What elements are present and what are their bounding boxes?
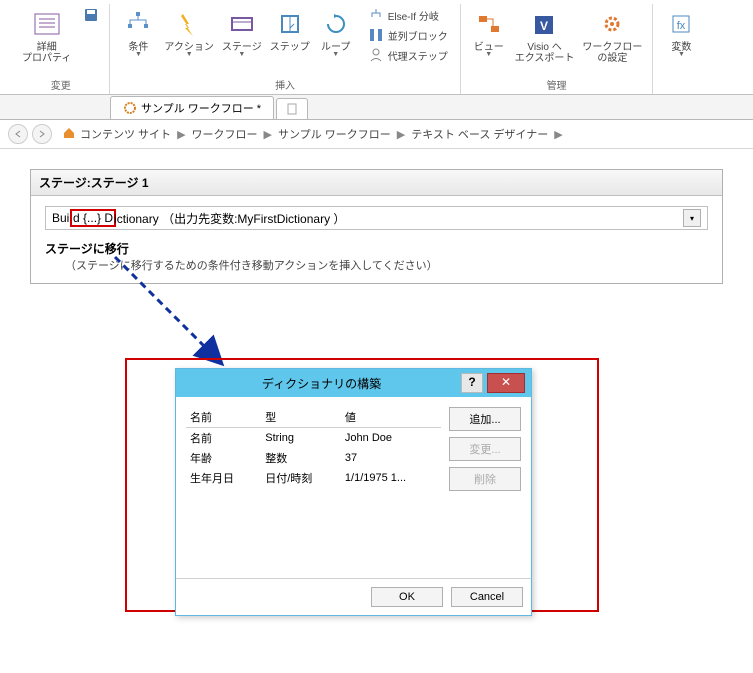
- condition-button[interactable]: 条件 ▼: [116, 6, 160, 75]
- ribbon-group-insert: 条件 ▼ アクション ▼ ステージ ▼ ステップ ループ ▼: [110, 4, 460, 94]
- nav-back-button[interactable]: [8, 124, 28, 144]
- caret-icon: ▼: [238, 51, 245, 58]
- ribbon-group-change: 詳細 プロパティ 変更: [12, 4, 110, 94]
- svg-text:V: V: [540, 19, 548, 33]
- parallel-icon: [368, 27, 384, 43]
- col-name: 名前: [186, 407, 261, 428]
- dictionary-link[interactable]: d {...} D: [72, 211, 114, 225]
- home-icon: [62, 126, 76, 143]
- breadcrumb-item[interactable]: コンテンツ サイト: [80, 126, 171, 142]
- ok-button[interactable]: OK: [371, 587, 443, 607]
- parallel-button[interactable]: 並列ブロック: [364, 26, 454, 44]
- caret-icon: ▼: [332, 51, 339, 58]
- loop-button[interactable]: ループ ▼: [314, 6, 358, 75]
- chevron-right-icon: ▶: [397, 128, 405, 141]
- step-button[interactable]: ステップ: [266, 6, 314, 75]
- step-icon: [274, 8, 306, 40]
- transition-label: ステージに移行: [45, 240, 708, 257]
- loop-icon: [320, 8, 352, 40]
- ribbon: 詳細 プロパティ 変更 条件 ▼ アクション ▼ ステ: [0, 0, 753, 95]
- action-dropdown[interactable]: ▾: [683, 209, 701, 227]
- action-icon: [173, 8, 205, 40]
- proxy-icon: [368, 47, 384, 63]
- visio-label: Visio へ エクスポート: [515, 42, 575, 64]
- breadcrumb-item[interactable]: テキスト ベース デザイナー: [411, 126, 548, 142]
- view-icon: [473, 8, 505, 40]
- table-row[interactable]: 年齢整数37: [186, 448, 441, 468]
- workflow-settings-button[interactable]: ワークフロー の設定: [578, 6, 646, 75]
- visio-icon: V: [529, 8, 561, 40]
- breadcrumb-item[interactable]: サンプル ワークフロー: [278, 126, 391, 142]
- chevron-right-icon: ▶: [264, 128, 272, 141]
- designer-canvas: ステージ:ステージ 1 Build {...} Dictionary （出力先変…: [0, 149, 753, 304]
- action-text-post: ictionary （出力先変数:MyFirstDictionary ）: [114, 210, 345, 227]
- workflow-tab-icon: [123, 101, 137, 115]
- cancel-button[interactable]: Cancel: [451, 587, 523, 607]
- view-button[interactable]: ビュー ▼: [467, 6, 511, 75]
- edit-button[interactable]: 変更...: [449, 437, 521, 461]
- workflow-tab-label: サンプル ワークフロー *: [141, 100, 261, 116]
- workflow-tab[interactable]: サンプル ワークフロー *: [110, 96, 274, 119]
- table-row[interactable]: 名前StringJohn Doe: [186, 428, 441, 449]
- ribbon-group-manage-label: 管理: [547, 77, 567, 92]
- condition-icon: [122, 8, 154, 40]
- stage-box: ステージ:ステージ 1 Build {...} Dictionary （出力先変…: [30, 169, 723, 284]
- elseif-button[interactable]: Else-If 分岐: [364, 6, 454, 24]
- dialog-close-button[interactable]: ✕: [487, 373, 525, 393]
- wf-settings-label: ワークフロー の設定: [582, 42, 642, 64]
- proxy-step-button[interactable]: 代理ステップ: [364, 46, 454, 64]
- chevron-right-icon: ▶: [177, 128, 185, 141]
- dictionary-table[interactable]: 名前 型 値 名前StringJohn Doe 年齢整数37 生年月日日付/時刻…: [186, 407, 441, 568]
- ribbon-group-insert-label: 挿入: [275, 77, 295, 92]
- variables-button[interactable]: fx 変数 ▼: [659, 6, 703, 79]
- caret-icon: ▼: [678, 51, 685, 58]
- col-value: 値: [341, 407, 441, 428]
- caret-icon: ▼: [186, 51, 193, 58]
- build-dictionary-dialog: ディクショナリの構築 ? ✕ 名前 型 値 名前StringJohn Doe 年…: [175, 368, 532, 616]
- gear-icon: [596, 8, 628, 40]
- stage-title: ステージ:ステージ 1: [31, 170, 722, 196]
- nav-forward-button[interactable]: [32, 124, 52, 144]
- blank-tab[interactable]: [276, 98, 308, 119]
- variables-icon: fx: [665, 8, 697, 40]
- caret-icon: ▼: [485, 51, 492, 58]
- ribbon-group-vars: fx 変数 ▼: [653, 4, 709, 94]
- delete-button[interactable]: 削除: [449, 467, 521, 491]
- document-icon: [285, 102, 299, 116]
- dialog-title: ディクショナリの構築: [182, 375, 461, 392]
- svg-text:fx: fx: [677, 20, 686, 32]
- proxy-label: 代理ステップ: [388, 48, 448, 63]
- tab-bar: サンプル ワークフロー *: [0, 95, 753, 120]
- ribbon-group-manage: ビュー ▼ V Visio へ エクスポート ワークフロー の設定 管理: [461, 4, 654, 94]
- stage-icon: [226, 8, 258, 40]
- step-label: ステップ: [270, 42, 310, 53]
- visio-export-button[interactable]: V Visio へ エクスポート: [511, 6, 579, 75]
- detail-properties-button[interactable]: 詳細 プロパティ: [18, 6, 75, 75]
- ribbon-group-change-label: 変更: [51, 77, 71, 92]
- col-type: 型: [261, 407, 341, 428]
- dialog-titlebar[interactable]: ディクショナリの構築 ? ✕: [176, 369, 531, 397]
- breadcrumb-item[interactable]: ワークフロー: [192, 126, 258, 142]
- add-button[interactable]: 追加...: [449, 407, 521, 431]
- table-row[interactable]: 生年月日日付/時刻1/1/1975 1...: [186, 468, 441, 488]
- save-button[interactable]: [79, 6, 103, 24]
- chevron-right-icon: ▶: [554, 128, 562, 141]
- transition-hint: （ステージに移行するための条件付き移動アクションを挿入してください）: [65, 257, 708, 273]
- detail-properties-label: 詳細 プロパティ: [22, 42, 71, 64]
- properties-icon: [31, 8, 63, 40]
- stage-button[interactable]: ステージ ▼: [218, 6, 266, 75]
- action-button[interactable]: アクション ▼: [160, 6, 218, 75]
- save-icon: [83, 7, 99, 23]
- build-dictionary-action[interactable]: Build {...} Dictionary （出力先変数:MyFirstDic…: [45, 206, 708, 230]
- action-text-pre: Buil: [52, 211, 72, 225]
- parallel-label: 並列ブロック: [388, 28, 448, 43]
- elseif-icon: [368, 7, 384, 23]
- caret-icon: ▼: [135, 51, 142, 58]
- elseif-label: Else-If 分岐: [388, 8, 439, 23]
- dialog-help-button[interactable]: ?: [461, 373, 483, 393]
- breadcrumb: コンテンツ サイト ▶ ワークフロー ▶ サンプル ワークフロー ▶ テキスト …: [0, 120, 753, 149]
